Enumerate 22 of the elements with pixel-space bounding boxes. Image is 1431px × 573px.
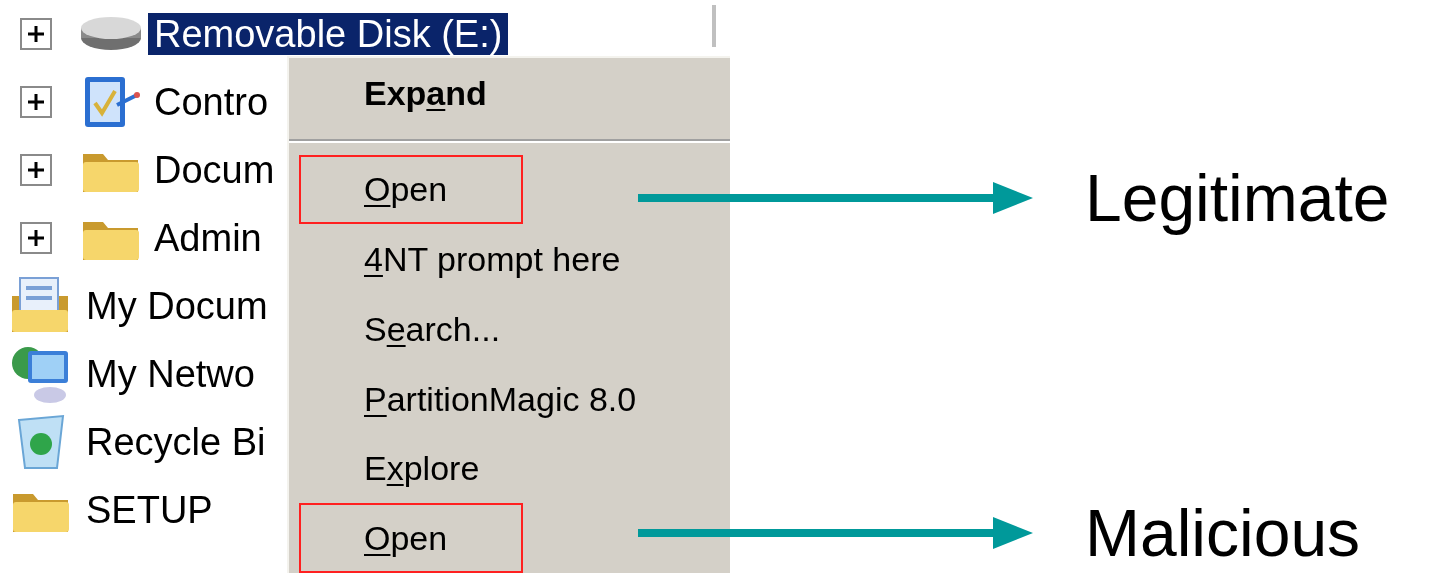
menu-item[interactable]: Search... — [299, 294, 511, 364]
expand-icon[interactable] — [20, 154, 52, 186]
tree-item[interactable]: Removable Disk (E:) — [148, 13, 509, 55]
tree-item[interactable]: Admin — [148, 217, 268, 259]
tree-item[interactable]: Recycle Bi — [80, 421, 272, 463]
expand-icon[interactable] — [20, 18, 52, 50]
tree-item[interactable]: My Docum — [80, 285, 274, 327]
menu-item[interactable]: Open — [299, 154, 523, 225]
menu-item[interactable]: PartitionMagic 8.0 — [299, 363, 647, 434]
expand-icon[interactable] — [20, 86, 52, 118]
tree-item[interactable]: SETUP — [80, 489, 219, 531]
menu-item[interactable]: Expand — [299, 58, 497, 128]
menu-item[interactable]: 4NT prompt here — [299, 224, 631, 295]
recycle-bin-icon — [15, 412, 67, 472]
annotation-label: Legitimate — [1085, 160, 1390, 236]
annotation-label: Malicious — [1085, 495, 1361, 571]
menu-item[interactable]: Open — [299, 503, 523, 573]
tree-item[interactable]: Contro — [148, 81, 275, 123]
menu-item[interactable]: Explore — [299, 433, 490, 504]
tree-item[interactable]: My Netwo — [80, 353, 261, 395]
expand-icon[interactable] — [20, 222, 52, 254]
tree-item[interactable]: Docum — [148, 149, 281, 191]
